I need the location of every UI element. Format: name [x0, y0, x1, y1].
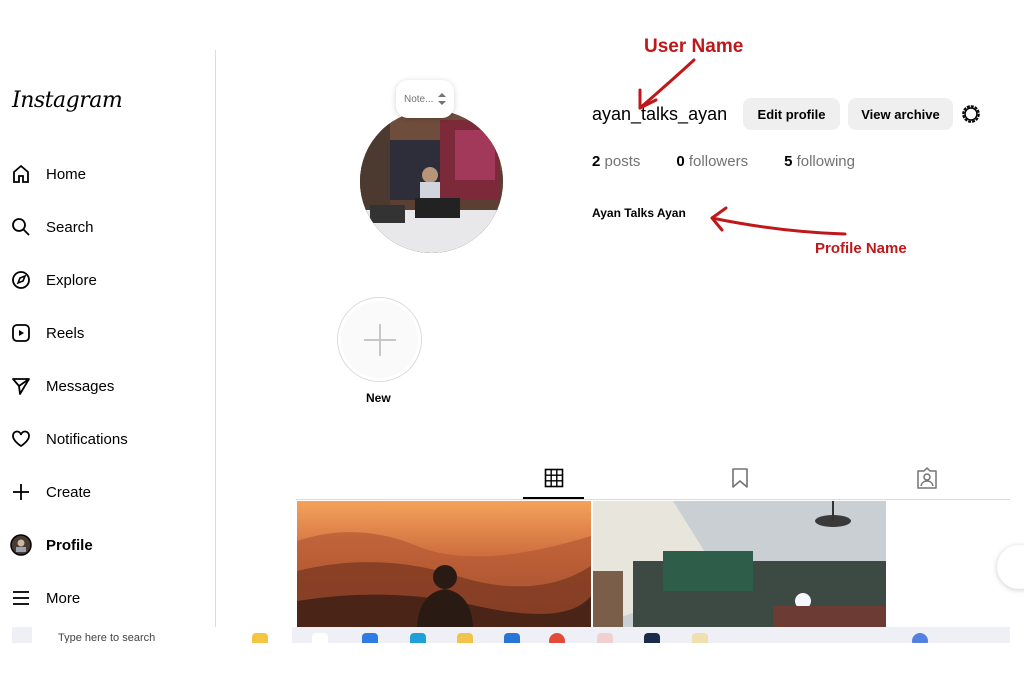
taskbar-app-icon[interactable] [597, 633, 613, 643]
new-highlight-label: New [366, 391, 391, 405]
tagged-icon [917, 467, 937, 489]
taskbar-app-icon[interactable] [312, 633, 328, 643]
bookmark-icon [732, 468, 748, 488]
tab-posts[interactable] [542, 466, 566, 490]
taskbar-app-icon[interactable] [504, 633, 520, 643]
taskbar-app-icon[interactable] [644, 633, 660, 643]
grid-icon [544, 468, 564, 488]
tabs-divider [296, 499, 1010, 500]
taskbar-app-icon[interactable] [252, 633, 268, 643]
taskbar-weather-icon[interactable] [912, 633, 928, 643]
note-placeholder: Note... [404, 93, 434, 105]
taskbar-app-icon[interactable] [549, 633, 565, 643]
tab-tagged[interactable] [915, 466, 939, 490]
active-tab-indicator [523, 497, 584, 499]
taskbar-app-icon[interactable] [692, 633, 708, 643]
plus-icon [363, 323, 396, 356]
taskbar-app-icon[interactable] [362, 633, 378, 643]
windows-taskbar: Type here to search [12, 627, 1010, 643]
tab-saved[interactable] [728, 466, 752, 490]
taskbar-app-icon[interactable] [457, 633, 473, 643]
note-arrows-icon [438, 93, 447, 105]
note-bubble[interactable]: Note... [396, 80, 454, 118]
new-highlight-button[interactable] [337, 297, 422, 382]
taskbar-app-icon[interactable] [410, 633, 426, 643]
post-thumbnail[interactable] [593, 501, 886, 627]
post-thumbnail[interactable] [297, 501, 591, 627]
